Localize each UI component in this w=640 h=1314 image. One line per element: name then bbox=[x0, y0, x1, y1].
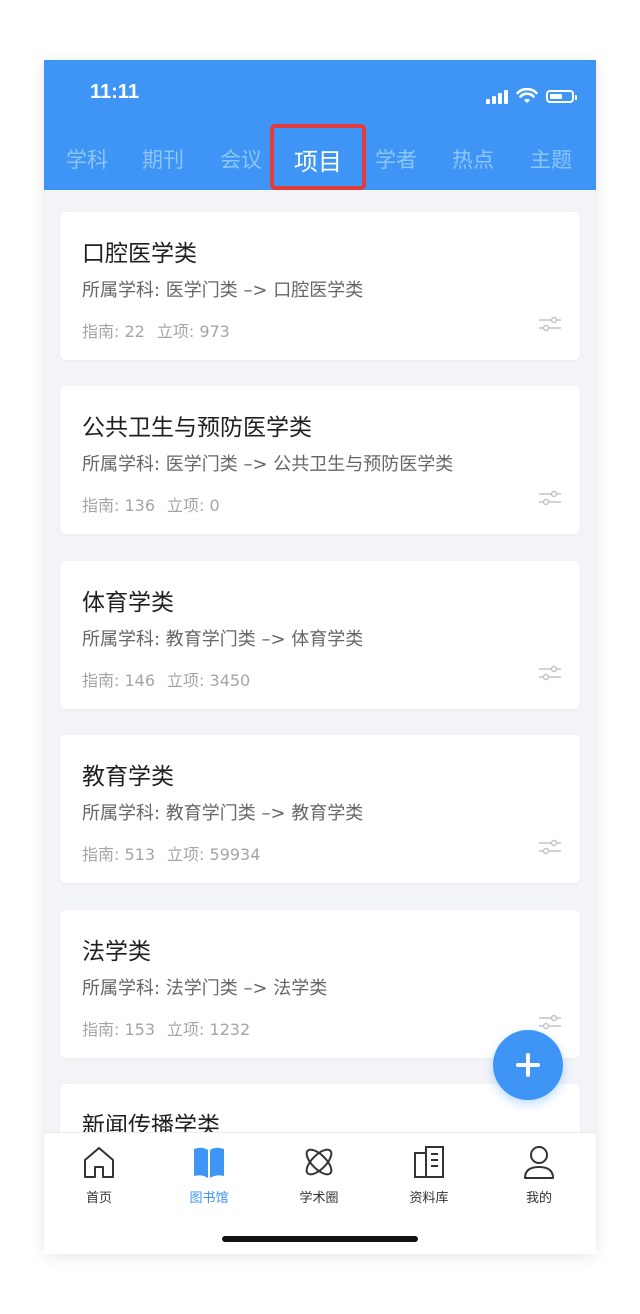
card-subtitle: 所属学科: 医学门类 –> 口腔医学类 bbox=[82, 280, 364, 301]
sliders-icon[interactable] bbox=[538, 490, 562, 506]
active-tab-highlight bbox=[270, 124, 366, 190]
card-subtitle: 所属学科: 医学门类 –> 公共卫生与预防医学类 bbox=[82, 454, 454, 475]
guide-count: 指南: 136 bbox=[82, 496, 156, 515]
card-title: 口腔医学类 bbox=[82, 241, 197, 267]
tab-scholar[interactable]: 学者 bbox=[366, 144, 426, 174]
card-subtitle: 所属学科: 教育学门类 –> 体育学类 bbox=[82, 629, 364, 650]
tabbar-item-database[interactable]: 资料库 bbox=[374, 1143, 484, 1206]
guide-count: 指南: 146 bbox=[82, 671, 156, 690]
tabbar-label: 我的 bbox=[525, 1191, 552, 1206]
home-indicator bbox=[222, 1236, 418, 1242]
tab-journal[interactable]: 期刊 bbox=[133, 144, 193, 174]
status-icons bbox=[486, 84, 577, 104]
home-icon bbox=[84, 1147, 114, 1178]
list-item[interactable]: 体育学类 所属学科: 教育学门类 –> 体育学类 指南: 146 立项: 3450 bbox=[60, 561, 580, 709]
card-stats: 指南: 22 立项: 973 bbox=[82, 318, 242, 342]
tabbar-label: 学术圈 bbox=[299, 1191, 339, 1206]
phone-screen: 11:11 学科 期刊 会议 项目 学者 热点 主题 口腔医学类 所属学科: 医… bbox=[44, 60, 596, 1254]
list-item[interactable]: 新闻传播学类 bbox=[60, 1084, 580, 1132]
signal-icon bbox=[486, 88, 508, 104]
tab-subject[interactable]: 学科 bbox=[57, 144, 117, 174]
tabbar-label: 图书馆 bbox=[189, 1191, 229, 1206]
status-time: 11:11 bbox=[90, 81, 139, 103]
book-icon bbox=[194, 1147, 224, 1178]
tabbar-item-academic[interactable]: 学术圈 bbox=[264, 1143, 374, 1206]
atom-icon bbox=[305, 1148, 333, 1176]
card-title: 法学类 bbox=[82, 939, 151, 965]
tab-topic[interactable]: 主题 bbox=[521, 144, 581, 174]
list-item[interactable]: 教育学类 所属学科: 教育学门类 –> 教育学类 指南: 513 立项: 5993… bbox=[60, 735, 580, 883]
card-title: 新闻传播学类 bbox=[82, 1113, 220, 1132]
card-title: 公共卫生与预防医学类 bbox=[82, 415, 312, 441]
tabbar-item-library[interactable]: 图书馆 bbox=[154, 1143, 264, 1206]
bottom-tabbar: 首页 图书馆 学术圈 资料库 我的 bbox=[44, 1132, 596, 1254]
project-list: 口腔医学类 所属学科: 医学门类 –> 口腔医学类 指南: 22 立项: 973 … bbox=[44, 190, 596, 1132]
project-count: 立项: 1232 bbox=[167, 1020, 251, 1039]
project-count: 立项: 3450 bbox=[167, 671, 251, 690]
battery-icon bbox=[546, 90, 577, 103]
tabbar-item-home[interactable]: 首页 bbox=[44, 1143, 154, 1206]
sliders-icon[interactable] bbox=[538, 316, 562, 332]
sliders-icon[interactable] bbox=[538, 1014, 562, 1030]
sliders-icon[interactable] bbox=[538, 665, 562, 681]
project-count: 立项: 973 bbox=[156, 322, 230, 341]
list-item[interactable]: 口腔医学类 所属学科: 医学门类 –> 口腔医学类 指南: 22 立项: 973 bbox=[60, 212, 580, 360]
building-icon bbox=[414, 1146, 444, 1178]
add-button[interactable] bbox=[493, 1030, 563, 1100]
card-stats: 指南: 136 立项: 0 bbox=[82, 492, 232, 516]
card-stats: 指南: 146 立项: 3450 bbox=[82, 667, 262, 691]
list-item[interactable]: 公共卫生与预防医学类 所属学科: 医学门类 –> 公共卫生与预防医学类 指南: … bbox=[60, 386, 580, 534]
guide-count: 指南: 153 bbox=[82, 1020, 156, 1039]
user-icon bbox=[524, 1146, 554, 1179]
project-count: 立项: 59934 bbox=[167, 845, 261, 864]
card-subtitle: 所属学科: 法学门类 –> 法学类 bbox=[82, 978, 328, 999]
card-stats: 指南: 153 立项: 1232 bbox=[82, 1016, 262, 1040]
tab-conference[interactable]: 会议 bbox=[211, 144, 271, 174]
tabbar-label: 首页 bbox=[85, 1191, 112, 1206]
project-count: 立项: 0 bbox=[167, 496, 220, 515]
sliders-icon[interactable] bbox=[538, 839, 562, 855]
tab-hotspot[interactable]: 热点 bbox=[443, 144, 503, 174]
wifi-icon bbox=[516, 88, 538, 103]
card-title: 教育学类 bbox=[82, 764, 174, 790]
guide-count: 指南: 513 bbox=[82, 845, 156, 864]
list-item[interactable]: 法学类 所属学科: 法学门类 –> 法学类 指南: 153 立项: 1232 bbox=[60, 910, 580, 1058]
tabbar-label: 资料库 bbox=[409, 1191, 449, 1206]
card-title: 体育学类 bbox=[82, 590, 174, 616]
guide-count: 指南: 22 bbox=[82, 322, 145, 341]
card-subtitle: 所属学科: 教育学门类 –> 教育学类 bbox=[82, 803, 364, 824]
card-stats: 指南: 513 立项: 59934 bbox=[82, 841, 272, 865]
tabbar-item-mine[interactable]: 我的 bbox=[484, 1143, 594, 1206]
